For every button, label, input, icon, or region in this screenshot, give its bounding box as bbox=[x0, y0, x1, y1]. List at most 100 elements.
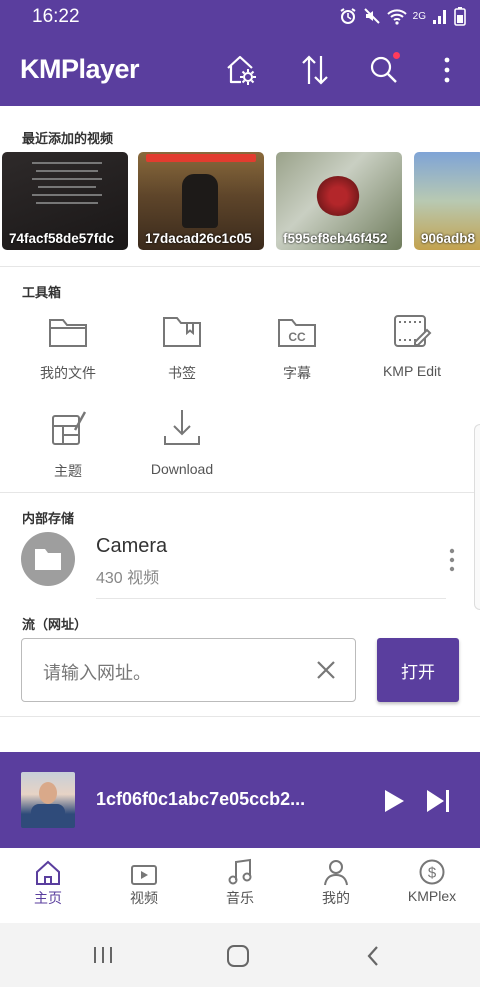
download-icon bbox=[164, 410, 200, 445]
url-placeholder: 请输入网址。 bbox=[43, 663, 151, 683]
tool-label: Download bbox=[150, 461, 214, 477]
video-icon bbox=[131, 865, 157, 885]
theme-icon bbox=[52, 411, 87, 445]
svg-text:CC: CC bbox=[288, 330, 306, 344]
alarm-icon bbox=[340, 8, 356, 24]
recent-video-thumb[interactable]: 906adb8 bbox=[414, 152, 480, 250]
more-button[interactable] bbox=[425, 48, 469, 92]
status-icons: 2G bbox=[339, 6, 466, 26]
divider bbox=[96, 598, 446, 599]
recents-icon bbox=[94, 947, 112, 963]
music-icon bbox=[228, 858, 252, 885]
home-circle-icon bbox=[227, 945, 249, 967]
subtitle-icon: CC bbox=[278, 319, 316, 347]
play-button[interactable] bbox=[382, 788, 406, 814]
battery-icon bbox=[454, 7, 466, 26]
thumb-title-bar bbox=[146, 154, 256, 162]
scrollbar[interactable] bbox=[474, 424, 480, 610]
divider bbox=[0, 716, 480, 717]
tool-kmp-edit[interactable]: KMP Edit bbox=[364, 308, 460, 379]
app-bar: KMPlayer bbox=[0, 34, 480, 106]
notification-dot bbox=[393, 52, 400, 59]
folder-count: 430 视频 bbox=[96, 570, 160, 587]
back-icon bbox=[367, 946, 378, 966]
recents-button[interactable] bbox=[88, 943, 118, 967]
person-icon bbox=[324, 860, 348, 886]
main-content: 最近添加的视频 74facf58de57fdc 17dacad26c1c05 f… bbox=[0, 106, 480, 752]
home-settings-button[interactable] bbox=[219, 48, 263, 92]
bookmark-icon bbox=[163, 317, 201, 347]
nav-music[interactable]: 音乐 bbox=[192, 848, 288, 923]
tool-label: 我的文件 bbox=[40, 365, 96, 381]
clear-button[interactable] bbox=[315, 659, 337, 681]
thumb-caption: 906adb8 bbox=[421, 231, 476, 246]
nav-my[interactable]: 我的 bbox=[288, 848, 384, 923]
open-button[interactable]: 打开 bbox=[377, 638, 459, 702]
thumb-caption: f595ef8eb46f452 bbox=[283, 231, 388, 246]
divider bbox=[0, 492, 480, 493]
nav-video[interactable]: 视频 bbox=[96, 848, 192, 923]
folder-name: Camera bbox=[96, 535, 168, 557]
dollar-circle-icon: $ bbox=[419, 859, 445, 885]
tool-label: 书签 bbox=[168, 365, 196, 381]
mute-icon bbox=[363, 8, 380, 24]
recent-video-thumb[interactable]: 17dacad26c1c05 bbox=[138, 152, 264, 250]
recent-video-thumb[interactable]: f595ef8eb46f452 bbox=[276, 152, 402, 250]
more-vert-icon bbox=[444, 57, 450, 83]
nav-kmplex[interactable]: $ KMPlex bbox=[384, 848, 480, 923]
home-nav-button[interactable] bbox=[225, 943, 251, 969]
network-type: 2G bbox=[412, 10, 426, 22]
mini-player-thumb bbox=[21, 772, 75, 828]
thumb-flower bbox=[316, 176, 360, 216]
play-icon bbox=[385, 790, 404, 812]
thumb-caption: 17dacad26c1c05 bbox=[145, 231, 252, 246]
toolbox-label: 工具箱 bbox=[22, 285, 62, 300]
recent-label: 最近添加的视频 bbox=[22, 131, 114, 146]
folder-avatar bbox=[21, 532, 75, 586]
sort-icon bbox=[302, 55, 328, 85]
tool-label: KMP Edit bbox=[382, 363, 442, 379]
search-icon bbox=[370, 56, 397, 83]
signal-icon bbox=[433, 10, 446, 24]
thumb-figure bbox=[182, 174, 218, 228]
app-logo: KMPlayer bbox=[20, 54, 140, 84]
system-navigation-bar bbox=[0, 923, 480, 987]
close-icon bbox=[317, 661, 335, 679]
back-button[interactable] bbox=[362, 943, 386, 969]
status-bar: 16:22 2G bbox=[0, 0, 480, 34]
folder-icon bbox=[35, 549, 61, 570]
nav-label: 视频 bbox=[130, 890, 158, 906]
nav-label: 音乐 bbox=[226, 890, 254, 906]
tool-bookmark[interactable]: 书签 bbox=[134, 308, 230, 383]
folder-icon bbox=[49, 319, 87, 347]
tool-my-files[interactable]: 我的文件 bbox=[20, 308, 116, 383]
thumb-person-body bbox=[31, 804, 65, 828]
skip-next-icon bbox=[427, 790, 449, 812]
stream-label: 流（网址） bbox=[22, 617, 88, 632]
tool-label: 主题 bbox=[54, 463, 82, 479]
folder-more-button[interactable] bbox=[440, 542, 464, 578]
thumb-caption: 74facf58de57fdc bbox=[9, 231, 115, 246]
nav-home[interactable]: 主页 bbox=[0, 848, 96, 923]
bottom-navigation: 主页 视频 音乐 我的 $ KMPlex bbox=[0, 848, 480, 923]
tool-download[interactable]: Download bbox=[134, 406, 230, 477]
thumb-person-head bbox=[39, 782, 57, 804]
tool-label: 字幕 bbox=[283, 365, 311, 381]
tool-subtitle[interactable]: CC 字幕 bbox=[249, 308, 345, 383]
thumb-text-lines bbox=[32, 156, 102, 210]
url-input[interactable]: 请输入网址。 bbox=[21, 638, 356, 702]
svg-text:$: $ bbox=[428, 865, 437, 882]
recent-video-thumb[interactable]: 74facf58de57fdc bbox=[2, 152, 128, 250]
search-button[interactable] bbox=[362, 48, 406, 92]
sort-button[interactable] bbox=[293, 48, 337, 92]
mini-player-title: 1cf06f0c1abc7e05ccb2... bbox=[96, 789, 306, 809]
nav-label: KMPlex bbox=[407, 888, 457, 904]
nav-label: 主页 bbox=[34, 890, 62, 906]
home-icon bbox=[36, 860, 60, 885]
wifi-icon bbox=[386, 9, 407, 25]
storage-folder-row[interactable]: Camera 430 视频 bbox=[0, 520, 480, 600]
tool-theme[interactable]: 主题 bbox=[20, 406, 116, 481]
next-button[interactable] bbox=[425, 788, 451, 814]
edit-icon bbox=[394, 315, 432, 347]
mini-player[interactable]: 1cf06f0c1abc7e05ccb2... bbox=[0, 752, 480, 848]
